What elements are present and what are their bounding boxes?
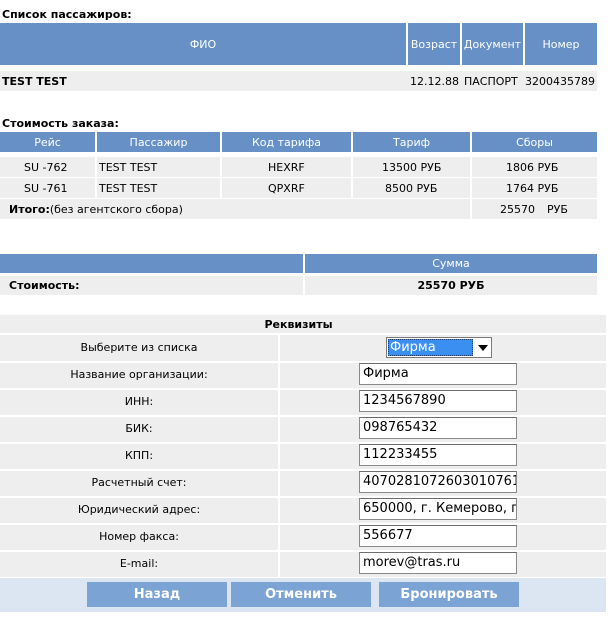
col-header-tariff: Тариф: [353, 132, 470, 152]
cost-passenger: TEST TEST: [99, 160, 158, 174]
org-name-label: Название организации:: [70, 368, 208, 381]
col-header-fees: Сборы: [472, 132, 597, 152]
summary-label-cell: Стоимость:: [0, 276, 303, 295]
cost-flight: SU -761: [24, 181, 68, 195]
col-header-number: Номер: [525, 23, 597, 65]
fax-label: Номер факса:: [99, 530, 179, 543]
col-header-age: Возраст: [408, 23, 460, 65]
form-row-org-name: Название организации: Фирма: [0, 363, 606, 388]
form-row-bik: БИК: 098765432: [0, 417, 606, 442]
summary-header-blank: [0, 254, 303, 273]
kpp-label: КПП:: [124, 449, 154, 462]
cost-total-row: Итого: (без агентского сбора) 25570 РУБ: [0, 199, 597, 219]
fax-input[interactable]: 556677: [359, 525, 517, 547]
legal-address-input[interactable]: 650000, г. Кемерово, пр: [359, 498, 517, 520]
form-row-account: Расчетный счет: 40702810726030107610: [0, 471, 606, 496]
org-name-input[interactable]: Фирма: [359, 363, 517, 385]
select-label: Выберите из списка: [80, 341, 198, 354]
chevron-down-icon[interactable]: [478, 345, 488, 351]
cost-row: SU -762 TEST TEST HEXRF 13500 РУБ 1806 Р…: [0, 157, 597, 177]
cost-flight: SU -762: [24, 160, 68, 174]
requisites-title-bar: Реквизиты: [0, 315, 606, 333]
book-button[interactable]: Бронировать: [379, 582, 519, 607]
passenger-name: TEST TEST: [2, 74, 67, 88]
summary-header: Сумма: [305, 254, 597, 273]
cost-tariff-code: HEXRF: [268, 160, 305, 174]
select-value: Фирма: [388, 339, 473, 356]
bik-input[interactable]: 098765432: [359, 417, 517, 439]
cost-fees: 1806 РУБ: [506, 160, 559, 174]
cost-tariff: 8500 РУБ: [385, 181, 438, 195]
requisites-title: Реквизиты: [264, 317, 333, 331]
passenger-list-title: Список пассажиров:: [2, 8, 132, 21]
passenger-doc-number: 3200435789: [525, 74, 595, 88]
passenger-document: ПАСПОРТ: [464, 74, 518, 88]
org-type-select[interactable]: Фирма: [386, 337, 492, 358]
inn-input[interactable]: 1234567890: [359, 390, 517, 412]
email-label: E-mail:: [119, 557, 159, 570]
form-row-legal-address: Юридический адрес: 650000, г. Кемерово, …: [0, 498, 606, 523]
form-row-fax: Номер факса: 556677: [0, 525, 606, 550]
form-row-email: E-mail: morev@tras.ru: [0, 552, 606, 577]
cost-row: SU -761 TEST TEST QPXRF 8500 РУБ 1764 РУ…: [0, 178, 597, 198]
summary-value-cell: 25570 РУБ: [305, 276, 597, 295]
back-button[interactable]: Назад: [87, 582, 227, 607]
cost-tariff-code: QPXRF: [268, 181, 305, 195]
form-row-kpp: КПП: 112233455: [0, 444, 606, 469]
passenger-row: TEST TEST 12.12.88 ПАСПОРТ 3200435789: [0, 71, 597, 91]
cost-passenger: TEST TEST: [99, 181, 158, 195]
col-header-flight: Рейс: [0, 132, 95, 152]
cancel-button[interactable]: Отменить: [231, 582, 371, 607]
col-header-tariff-code: Код тарифа: [222, 132, 351, 152]
inn-label: ИНН:: [124, 395, 154, 408]
total-label: Итого:: [9, 202, 50, 216]
passenger-birthdate: 12.12.88: [410, 74, 459, 88]
col-header-name: ФИО: [0, 23, 406, 65]
total-value: 25570: [500, 202, 535, 216]
cost-tariff: 13500 РУБ: [382, 160, 442, 174]
legal-address-label: Юридический адрес:: [77, 503, 201, 516]
order-cost-title: Стоимость заказа:: [2, 117, 119, 130]
col-header-passenger: Пассажир: [97, 132, 220, 152]
account-label: Расчетный счет:: [91, 476, 187, 489]
bik-label: БИК:: [125, 422, 153, 435]
account-input[interactable]: 40702810726030107610: [359, 471, 517, 493]
email-input[interactable]: morev@tras.ru: [359, 552, 517, 574]
total-note: (без агентского сбора): [49, 202, 183, 216]
summary-label: Стоимость:: [9, 279, 80, 292]
cost-fees: 1764 РУБ: [506, 181, 559, 195]
form-row-inn: ИНН: 1234567890: [0, 390, 606, 415]
total-currency: РУБ: [547, 202, 568, 216]
kpp-input[interactable]: 112233455: [359, 444, 517, 466]
col-header-document: Документ: [462, 23, 523, 65]
form-row-select: Выберите из списка Фирма: [0, 335, 606, 361]
summary-value: 25570 РУБ: [417, 279, 485, 292]
